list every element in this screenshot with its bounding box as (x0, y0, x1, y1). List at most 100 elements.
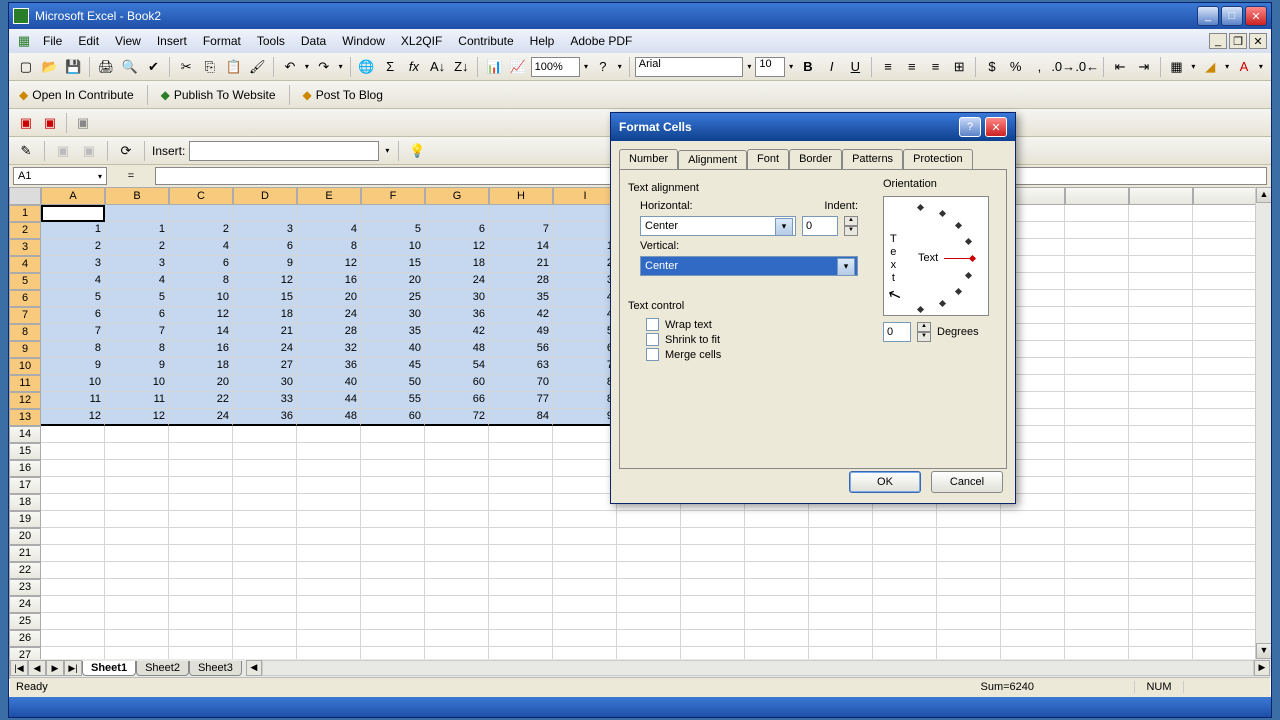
cell[interactable]: 70 (489, 375, 553, 392)
cell[interactable] (617, 630, 681, 647)
cell[interactable] (297, 528, 361, 545)
cell[interactable]: 8 (105, 341, 169, 358)
cell[interactable] (1065, 375, 1129, 392)
cell[interactable]: 4 (105, 273, 169, 290)
cell[interactable] (361, 443, 425, 460)
copy-icon[interactable]: ⎘ (199, 56, 221, 78)
cell[interactable] (41, 511, 105, 528)
cell[interactable]: 15 (233, 290, 297, 307)
cell[interactable]: 6 (169, 256, 233, 273)
cell[interactable]: 24 (169, 409, 233, 426)
cell[interactable] (1129, 307, 1193, 324)
dialog-help-button[interactable]: ? (959, 117, 981, 137)
cell[interactable] (1129, 426, 1193, 443)
cell[interactable]: 20 (361, 273, 425, 290)
font-dropdown[interactable]: ▾ (745, 62, 753, 71)
cell[interactable] (873, 528, 937, 545)
cell[interactable] (745, 596, 809, 613)
cell[interactable] (1129, 256, 1193, 273)
row-header-3[interactable]: 3 (9, 239, 41, 256)
cell[interactable] (1193, 443, 1257, 460)
horizontal-select[interactable]: Center (640, 216, 796, 236)
open-icon[interactable]: 📂 (39, 56, 61, 78)
cell[interactable] (1193, 460, 1257, 477)
row-header-15[interactable]: 15 (9, 443, 41, 460)
cell[interactable]: 6 (41, 307, 105, 324)
col-header-G[interactable]: G (425, 187, 489, 205)
cell[interactable] (1129, 630, 1193, 647)
vertical-scrollbar[interactable]: ▲ ▼ (1255, 187, 1271, 677)
cell[interactable] (681, 630, 745, 647)
cell[interactable] (361, 528, 425, 545)
pdf-icon-2[interactable]: ▣ (39, 112, 61, 134)
cell[interactable]: 4 (169, 239, 233, 256)
undo-icon[interactable]: ↶ (279, 56, 301, 78)
cell[interactable] (1129, 545, 1193, 562)
pdf-icon-3[interactable]: ▣ (72, 112, 94, 134)
cell[interactable] (425, 460, 489, 477)
cell[interactable] (489, 205, 553, 222)
cell[interactable] (489, 528, 553, 545)
cell[interactable]: 4 (553, 307, 617, 324)
cell[interactable] (361, 511, 425, 528)
indent-input[interactable]: 0 (802, 216, 838, 236)
cell[interactable] (1065, 579, 1129, 596)
cell[interactable] (105, 562, 169, 579)
cell[interactable] (169, 511, 233, 528)
insert-dropdown[interactable]: ▾ (383, 146, 391, 155)
cell[interactable] (489, 511, 553, 528)
cell[interactable] (489, 494, 553, 511)
post-to-blog-button[interactable]: ◆Post To Blog (299, 86, 387, 104)
cell[interactable] (169, 630, 233, 647)
cell[interactable] (169, 205, 233, 222)
cell[interactable] (169, 460, 233, 477)
cell[interactable]: 6 (105, 307, 169, 324)
cell[interactable] (681, 562, 745, 579)
cell[interactable] (41, 205, 105, 222)
cell[interactable] (489, 426, 553, 443)
cell[interactable] (489, 613, 553, 630)
cell[interactable] (1129, 477, 1193, 494)
tab-font[interactable]: Font (747, 149, 789, 169)
cell[interactable] (809, 596, 873, 613)
cell[interactable] (297, 579, 361, 596)
cell[interactable] (1193, 596, 1257, 613)
cell[interactable] (1129, 392, 1193, 409)
increase-decimal-icon[interactable]: .0→ (1052, 56, 1074, 78)
cell[interactable]: 60 (361, 409, 425, 426)
fill-color-icon[interactable]: ◢ (1199, 56, 1221, 78)
cell[interactable] (1065, 511, 1129, 528)
preview-icon[interactable]: 🔍 (119, 56, 141, 78)
map-icon[interactable]: 📈 (507, 56, 529, 78)
col-header-I[interactable]: I (553, 187, 617, 205)
indent-spinner[interactable]: ▲▼ (844, 216, 858, 236)
cell[interactable] (1193, 273, 1257, 290)
cell[interactable]: 14 (169, 324, 233, 341)
cell[interactable]: 2 (169, 222, 233, 239)
cell[interactable] (297, 477, 361, 494)
cell[interactable] (297, 494, 361, 511)
cell[interactable]: 2 (41, 239, 105, 256)
cell[interactable] (937, 596, 1001, 613)
cell[interactable]: 20 (169, 375, 233, 392)
cell[interactable] (1129, 528, 1193, 545)
cell[interactable]: 12 (41, 409, 105, 426)
cell[interactable] (745, 630, 809, 647)
cell[interactable] (1193, 613, 1257, 630)
cell[interactable] (681, 528, 745, 545)
save-icon[interactable]: 💾 (62, 56, 84, 78)
row-header-19[interactable]: 19 (9, 511, 41, 528)
undo-dropdown[interactable]: ▾ (303, 62, 311, 71)
sheet-tab-1[interactable]: Sheet1 (82, 661, 136, 676)
sheet-nav-first[interactable]: |◀ (10, 660, 28, 676)
cell[interactable] (233, 562, 297, 579)
cell[interactable]: 9 (553, 409, 617, 426)
menu-contribute[interactable]: Contribute (450, 31, 521, 51)
cell[interactable] (553, 426, 617, 443)
cell[interactable] (169, 494, 233, 511)
cell[interactable]: 55 (361, 392, 425, 409)
cell[interactable] (617, 596, 681, 613)
cell[interactable] (425, 613, 489, 630)
cell[interactable] (1193, 358, 1257, 375)
cell[interactable] (361, 477, 425, 494)
